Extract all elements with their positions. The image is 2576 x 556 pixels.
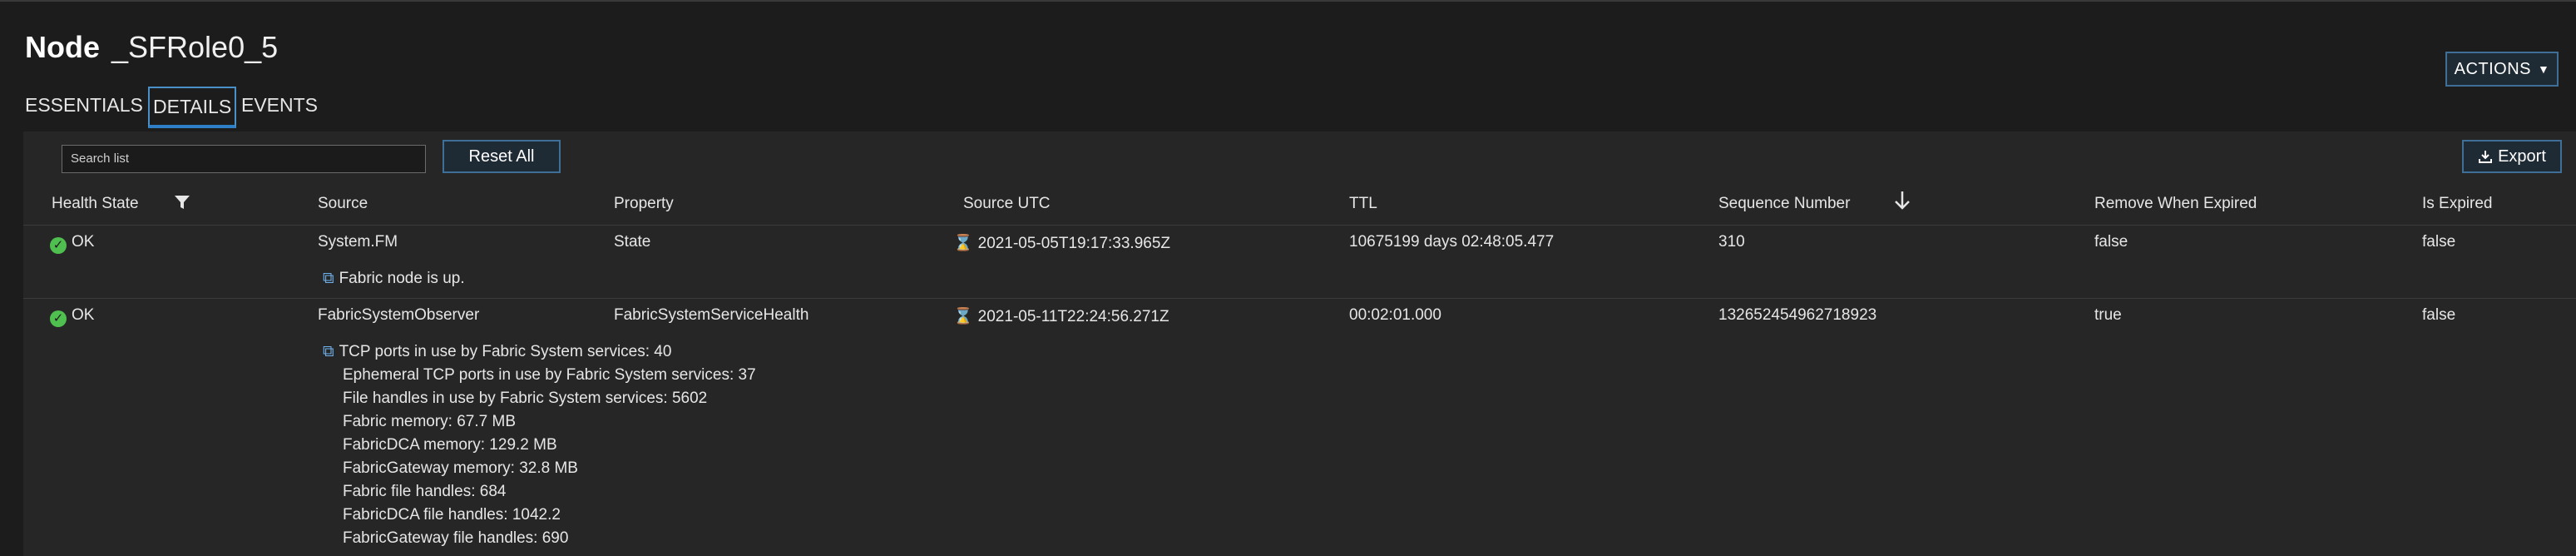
row2-remove-when-expired: true [2094,306,2122,324]
row2-source-utc: ⌛ 2021-05-11T22:24:56.271Z [953,306,1169,326]
row2-description-line-7: Fabric file handles: 684 [343,483,507,500]
copy-icon[interactable]: ⧉ [323,343,334,360]
row1-source-utc-value: 2021-05-05T19:17:33.965Z [977,235,1171,252]
tab-events[interactable]: EVENTS [241,87,318,128]
row2-description-line-2: Ephemeral TCP ports in use by Fabric Sys… [343,366,756,384]
top-border [0,0,2576,2]
tab-essentials[interactable]: ESSENTIALS [25,87,143,128]
export-button[interactable]: Export [2462,140,2562,173]
col-ttl[interactable]: TTL [1349,195,1377,213]
row2-health-label: OK [72,306,95,324]
row2-source-utc-value: 2021-05-11T22:24:56.271Z [977,308,1169,325]
row2-health: ✓ OK [50,306,94,327]
tab-details[interactable]: DETAILS [148,87,237,128]
check-circle-icon: ✓ [50,237,67,254]
row1-remove-when-expired: false [2094,233,2129,251]
row1-health: ✓ OK [50,233,94,254]
row1-sequence: 310 [1718,233,1745,251]
row2-description-line-8: FabricDCA file handles: 1042.2 [343,506,561,524]
row2-description-line-1: ⧉ TCP ports in use by Fabric System servi… [323,343,671,361]
row2-description-line-6: FabricGateway memory: 32.8 MB [343,459,578,477]
filter-icon[interactable] [173,193,191,211]
page-title: Node _SFRole0_5 [25,30,278,65]
reset-all-button[interactable]: Reset All [443,140,561,173]
actions-label: ACTIONS [2454,59,2532,78]
row1-is-expired: false [2422,233,2456,251]
copy-icon[interactable]: ⧉ [323,270,334,287]
col-source[interactable]: Source [318,195,368,213]
download-icon [2479,151,2493,163]
col-remove-when-expired[interactable]: Remove When Expired [2094,195,2257,213]
col-sequence-number[interactable]: Sequence Number [1718,195,1850,213]
row1-description-line: Fabric node is up. [339,270,465,287]
page-title-kind: Node [25,30,100,64]
actions-button[interactable]: ACTIONS ▼ [2445,52,2559,87]
hourglass-icon: ⌛ [953,235,973,252]
page-title-name: _SFRole0_5 [111,30,279,64]
header-divider [23,225,2576,226]
row1-description: ⧉ Fabric node is up. [323,270,465,288]
row2-description-line-4: Fabric memory: 67.7 MB [343,413,516,430]
search-input[interactable]: Search list [62,145,426,173]
row1-source-utc: ⌛ 2021-05-05T19:17:33.965Z [953,233,1170,253]
col-source-utc[interactable]: Source UTC [963,195,1051,213]
row-divider [23,298,2576,299]
row1-health-label: OK [72,233,95,251]
col-property[interactable]: Property [614,195,674,213]
col-is-expired[interactable]: Is Expired [2422,195,2492,213]
hourglass-icon: ⌛ [953,308,973,325]
health-events-panel: Search list Reset All Export Health Stat… [23,132,2576,556]
arrow-down-icon[interactable] [1893,190,1911,211]
row1-property: State [614,233,651,251]
row2-is-expired: false [2422,306,2456,324]
row2-description-text: TCP ports in use by Fabric System servic… [339,343,672,360]
row2-source: FabricSystemObserver [318,306,480,324]
row2-ttl: 00:02:01.000 [1349,306,1441,324]
row2-description-line-3: File handles in use by Fabric System ser… [343,390,708,407]
row2-sequence: 132652454962718923 [1718,306,1877,324]
export-label: Export [2498,146,2546,166]
row1-source: System.FM [318,233,398,251]
row2-description-line-9: FabricGateway file handles: 690 [343,529,569,547]
check-circle-icon: ✓ [50,310,67,327]
row2-description-line-5: FabricDCA memory: 129.2 MB [343,436,557,454]
caret-down-icon: ▼ [2538,62,2550,76]
row1-ttl: 10675199 days 02:48:05.477 [1349,233,1555,251]
col-health-state[interactable]: Health State [52,195,139,213]
row2-property: FabricSystemServiceHealth [614,306,809,324]
